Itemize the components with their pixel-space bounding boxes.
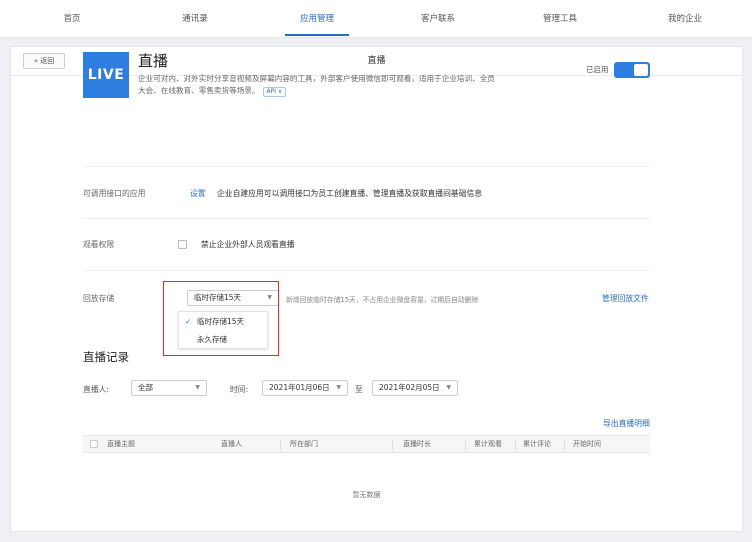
export-details-link[interactable]: 导出直播明细 (603, 418, 650, 429)
api-row-description: 企业自建应用可以调用接口为员工创建直播、管理直播及获取直播间基础信息 (217, 189, 483, 198)
block-external-viewers-label[interactable]: 禁止企业外部人员观看直播 (201, 239, 295, 250)
app-description-line2: 大会、在线教育、零售卖货等场景。 (138, 86, 260, 95)
end-date-value: 2021年02月05日 (379, 383, 440, 392)
column-header[interactable]: 直播人 (221, 436, 242, 453)
app-description: 企业可对内、对外实时分享音视频及屏幕内容的工具，外部客户使用微信即可观看，适用于… (138, 73, 586, 97)
start-date-value: 2021年01月06日 (269, 383, 330, 392)
chevron-down-icon: ▼ (336, 384, 341, 391)
api-tag[interactable]: API ∨ (262, 87, 287, 97)
start-date-picker[interactable]: 2021年01月06日 ▼ (262, 380, 348, 396)
column-header[interactable]: 累计评论 (523, 436, 551, 453)
app-name: 直播 (138, 52, 169, 70)
status-label: 已启用 (586, 65, 609, 74)
column-separator (515, 439, 516, 450)
column-separator (392, 439, 393, 450)
column-separator (280, 439, 281, 450)
enable-toggle[interactable] (614, 62, 650, 78)
host-filter-label: 直播人: (83, 385, 110, 394)
storage-hint: 新增回放临时存储15天，不占用企业微盘容量，过期后自动删除 (286, 296, 479, 304)
end-date-picker[interactable]: 2021年02月05日 ▼ (372, 380, 458, 396)
column-separator (465, 439, 466, 450)
column-header[interactable]: 直播主题 (107, 436, 135, 453)
divider (83, 270, 650, 271)
select-all-checkbox[interactable] (90, 440, 98, 448)
toggle-knob (634, 64, 648, 76)
chevron-down-icon: ▼ (195, 384, 200, 391)
host-filter-select[interactable]: 全部 ▼ (131, 380, 207, 396)
divider (83, 218, 650, 219)
nav-customer-contact[interactable]: 客户联系 (393, 0, 483, 38)
divider (83, 166, 650, 167)
column-header[interactable]: 所在部门 (290, 436, 318, 453)
records-section-title: 直播记录 (83, 350, 129, 364)
time-filter-label: 时间: (230, 385, 249, 394)
column-header[interactable]: 直播时长 (403, 436, 431, 453)
nav-contacts[interactable]: 通讯录 (150, 0, 240, 38)
nav-home[interactable]: 首页 (27, 0, 117, 38)
storage-row-label: 回放存储 (83, 294, 115, 303)
nav-my-enterprise[interactable]: 我的企业 (640, 0, 730, 38)
api-row-label: 可调用接口的应用 (83, 189, 146, 198)
live-app-logo: LIVE (83, 52, 129, 98)
top-navigation: 首页 通讯录 应用管理 客户联系 管理工具 我的企业 (0, 0, 752, 38)
back-button[interactable]: « 返回 (23, 53, 65, 69)
manage-replay-files-link[interactable]: 管理回放文件 (602, 293, 649, 304)
block-external-viewers-checkbox[interactable] (178, 240, 187, 249)
app-description-line1: 企业可对内、对外实时分享音视频及屏幕内容的工具，外部客户使用微信即可观看，适用于… (138, 74, 495, 83)
nav-admin-tools[interactable]: 管理工具 (515, 0, 605, 38)
active-tab-indicator (285, 34, 349, 36)
host-filter-value: 全部 (138, 383, 153, 392)
column-header[interactable]: 开始时间 (573, 436, 601, 453)
date-range-separator: 至 (355, 385, 363, 394)
column-header[interactable]: 累计观看 (474, 436, 502, 453)
permission-row-label: 观看权限 (83, 240, 115, 249)
records-table-header: 直播主题 直播人 所在部门 直播时长 累计观看 累计评论 开始时间 (83, 435, 650, 453)
nav-app-management[interactable]: 应用管理 (272, 0, 362, 38)
chevron-down-icon: ▼ (446, 384, 451, 391)
app-detail-panel: 直播 « 返回 (10, 46, 743, 532)
highlight-box (163, 281, 279, 356)
empty-state-text: 暂无数据 (352, 491, 381, 499)
api-settings-link[interactable]: 设置 (190, 188, 206, 199)
column-separator (564, 439, 565, 450)
